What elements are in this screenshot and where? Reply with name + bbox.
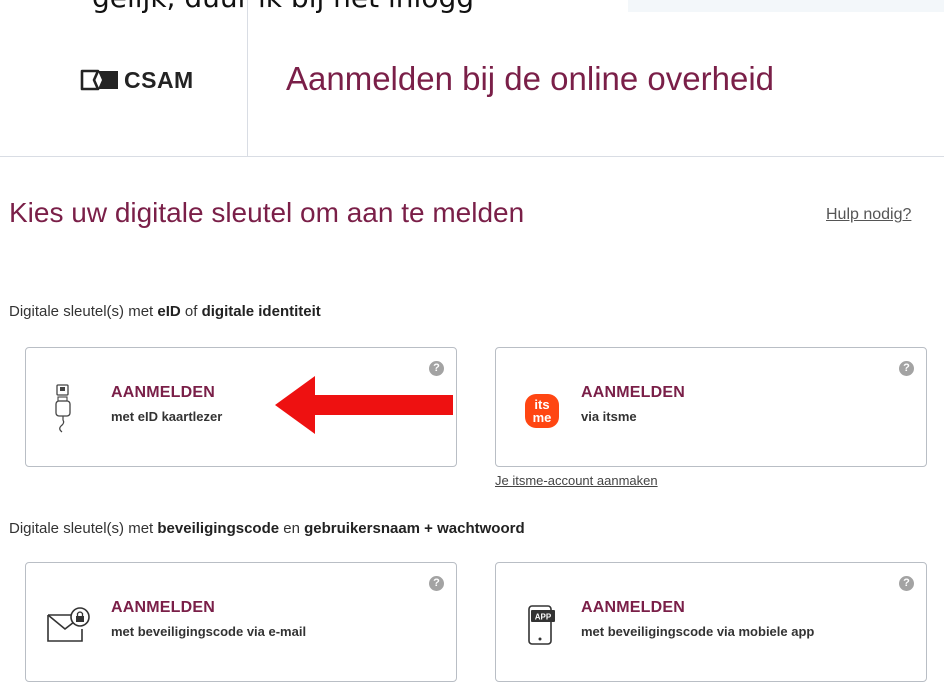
page-title: Aanmelden bij de online overheid — [286, 60, 775, 97]
help-icon[interactable]: ? — [429, 361, 444, 376]
help-icon[interactable]: ? — [429, 576, 444, 591]
phone-app-icon: APP — [528, 605, 555, 645]
app-badge-text: APP — [535, 613, 552, 622]
help-icon[interactable]: ? — [899, 361, 914, 376]
login-card-itsme[interactable]: ? its me AANMELDEN via itsme — [495, 347, 927, 467]
card-title: AANMELDEN — [111, 599, 216, 616]
section-label-securitycode: Digitale sleutel(s) met beveiligingscode… — [9, 520, 525, 537]
login-card-mobile-app[interactable]: ? APP AANMELDEN met beveiligingscode via… — [495, 562, 927, 682]
logo-text: CSAM — [124, 66, 194, 93]
card-reader-icon — [55, 384, 71, 433]
card-title: AANMELDEN — [581, 599, 686, 616]
header-bottom-border — [0, 156, 944, 157]
card-subtitle: via itsme — [581, 409, 637, 424]
help-icon[interactable]: ? — [899, 576, 914, 591]
card-subtitle: met eID kaartlezer — [111, 409, 223, 424]
itsme-logo-icon: its me — [525, 394, 559, 428]
red-annotation-arrow — [275, 376, 453, 434]
envelope-lock-icon — [47, 607, 90, 642]
login-card-email[interactable]: ? AANMELDEN met beveiligingscode via e-m… — [25, 562, 457, 682]
csam-logo[interactable]: CSAM — [80, 60, 194, 100]
top-strip: gelijk, duur ik bij het inlogg — [0, 0, 944, 24]
section-label-eid: Digitale sleutel(s) met eID of digitale … — [9, 303, 321, 320]
card-subtitle: met beveiligingscode via e-mail — [111, 624, 307, 639]
help-link[interactable]: Hulp nodig? — [826, 206, 911, 224]
card-title: AANMELDEN — [581, 384, 686, 401]
card-title: AANMELDEN — [111, 384, 216, 401]
csam-logo-icon — [80, 69, 118, 91]
cut-off-text: gelijk, duur ik bij het inlogg — [92, 0, 474, 14]
main-heading: Kies uw digitale sleutel om aan te melde… — [9, 197, 525, 228]
top-tint — [628, 0, 944, 12]
header-divider — [247, 0, 248, 157]
itsme-logo-text-bottom: me — [533, 410, 552, 425]
card-subtitle: met beveiligingscode via mobiele app — [581, 624, 815, 639]
itsme-create-account-link[interactable]: Je itsme-account aanmaken — [495, 473, 658, 488]
